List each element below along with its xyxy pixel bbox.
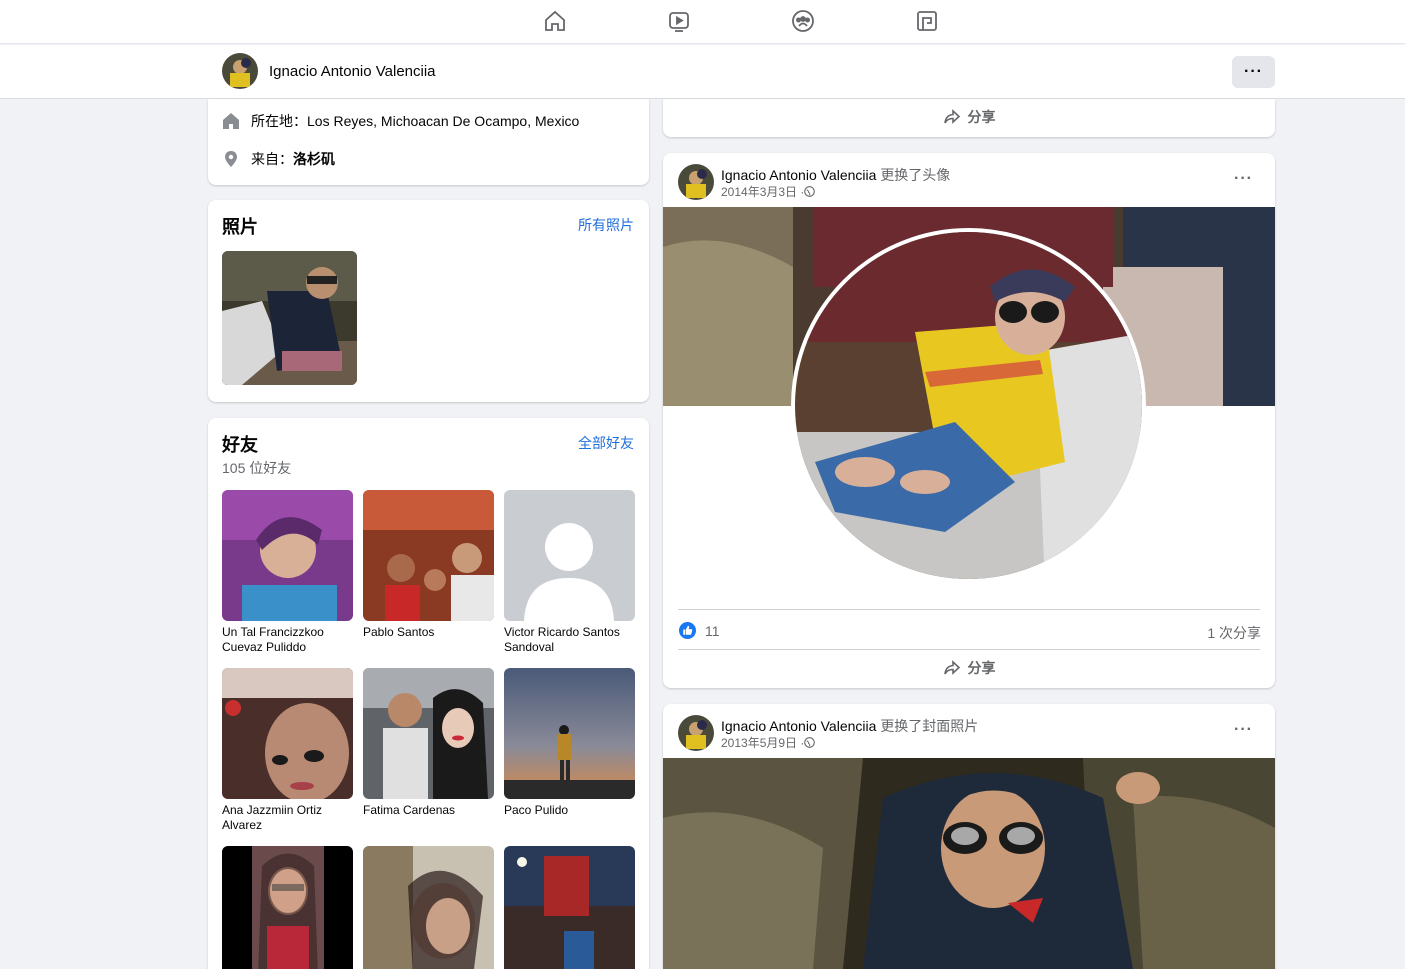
profile-name[interactable]: Ignacio Antonio Valenciia [269, 63, 436, 80]
friend-photo[interactable] [363, 490, 494, 621]
reactions-row[interactable]: 11 [679, 622, 720, 639]
post-card-profile-picture: Ignacio Antonio Valenciia 更换了头像 2014年3月3… [663, 153, 1275, 688]
all-photos-link[interactable]: 所有照片 [578, 215, 634, 235]
friend-card[interactable] [222, 846, 353, 969]
friend-card[interactable] [504, 846, 635, 969]
watch-icon[interactable] [666, 8, 692, 34]
friend-card[interactable] [363, 846, 494, 969]
house-icon [222, 112, 240, 130]
friend-photo[interactable] [504, 846, 635, 969]
share-label: 分享 [967, 109, 996, 125]
more-options-button[interactable]: ··· [1232, 56, 1275, 88]
home-icon[interactable] [542, 8, 568, 34]
friend-photo[interactable] [363, 846, 494, 969]
intro-card: 所在地：Los Reyes, Michoacan De Ocampo, Mexi… [208, 99, 649, 185]
friends-title: 好友 [222, 435, 258, 455]
cover-photo[interactable] [663, 758, 1275, 969]
friend-name[interactable]: Pablo Santos [363, 625, 494, 640]
friend-card[interactable]: Paco Pulido [504, 668, 635, 818]
from-label: 来自： [251, 151, 293, 167]
photos-card: 照片 所有照片 [208, 200, 649, 402]
like-icon [679, 622, 696, 639]
globe-icon [804, 186, 816, 197]
post-card-cover-photo: Ignacio Antonio Valenciia 更换了封面照片 2013年5… [663, 704, 1275, 969]
friends-card: 好友 全部好友 105 位好友 Un Tal Francizzkoo Cueva… [208, 418, 649, 969]
profile-picture-circle[interactable] [791, 228, 1146, 583]
post-divider [678, 609, 1260, 610]
post-author-avatar[interactable] [678, 164, 714, 200]
friend-photo[interactable] [222, 668, 353, 799]
friend-card[interactable]: Un Tal Francizzkoo Cuevaz Puliddo [222, 490, 353, 655]
share-icon [943, 660, 960, 675]
friends-count: 105 位好友 [222, 460, 292, 476]
from-row: 来自： 洛杉矶 [222, 149, 335, 169]
post-card-previous: 分享 [663, 99, 1275, 137]
post-action-text: 更换了封面照片 [880, 718, 979, 734]
friend-card[interactable]: Victor Ricardo Santos Sandoval [504, 490, 635, 655]
friend-photo[interactable] [504, 668, 635, 799]
lives-in-text: 所在地：Los Reyes, Michoacan De Ocampo, Mexi… [251, 113, 580, 129]
friend-card[interactable]: Fatima Cardenas [363, 668, 494, 818]
top-navigation [0, 0, 1405, 44]
friend-card[interactable]: Pablo Santos [363, 490, 494, 640]
profile-header-bar: Ignacio Antonio Valenciia ··· [0, 45, 1405, 99]
friend-name[interactable]: Paco Pulido [504, 803, 635, 818]
friend-photo[interactable] [222, 490, 353, 621]
gaming-icon[interactable] [914, 8, 940, 34]
post-date[interactable]: 2014年3月3日 · [721, 183, 804, 200]
friend-photo[interactable] [363, 668, 494, 799]
location-pin-icon [222, 150, 240, 168]
share-button[interactable]: 分享 [663, 99, 1275, 135]
post-author-name[interactable]: Ignacio Antonio Valenciia [721, 167, 876, 183]
photos-title: 照片 [222, 217, 258, 237]
share-count[interactable]: 1 次分享 [1207, 623, 1261, 643]
like-count: 11 [705, 622, 720, 639]
share-label: 分享 [967, 660, 996, 676]
post-date-row: 2013年5月9日 · [721, 734, 816, 751]
from-value-link[interactable]: 洛杉矶 [293, 149, 335, 169]
friend-photo-placeholder[interactable] [504, 490, 635, 621]
post-action-text: 更换了头像 [880, 167, 951, 183]
friend-name[interactable]: Victor Ricardo Santos Sandoval [504, 625, 635, 655]
globe-icon [804, 737, 816, 748]
friend-name[interactable]: Un Tal Francizzkoo Cuevaz Puliddo [222, 625, 353, 655]
friend-card[interactable]: Ana Jazzmiin Ortiz Alvarez [222, 668, 353, 833]
friend-photo[interactable] [222, 846, 353, 969]
post-header-line: Ignacio Antonio Valenciia 更换了封面照片 [721, 716, 978, 736]
friend-name[interactable]: Fatima Cardenas [363, 803, 494, 818]
post-author-avatar[interactable] [678, 715, 714, 751]
post-header-line: Ignacio Antonio Valenciia 更换了头像 [721, 165, 950, 185]
post-date-row: 2014年3月3日 · [721, 183, 816, 200]
post-date[interactable]: 2013年5月9日 · [721, 734, 804, 751]
all-friends-link[interactable]: 全部好友 [578, 433, 634, 453]
friend-name[interactable]: Ana Jazzmiin Ortiz Alvarez [222, 803, 353, 833]
share-button[interactable]: 分享 [663, 650, 1275, 686]
post-more-button[interactable]: ··· [1234, 170, 1253, 188]
lives-in-row: 所在地：Los Reyes, Michoacan De Ocampo, Mexi… [222, 111, 579, 131]
post-more-button[interactable]: ··· [1234, 721, 1253, 739]
profile-avatar[interactable] [222, 53, 258, 89]
groups-icon[interactable] [790, 8, 816, 34]
share-icon [943, 109, 960, 124]
post-author-name[interactable]: Ignacio Antonio Valenciia [721, 718, 876, 734]
photo-thumbnail[interactable] [222, 251, 357, 385]
